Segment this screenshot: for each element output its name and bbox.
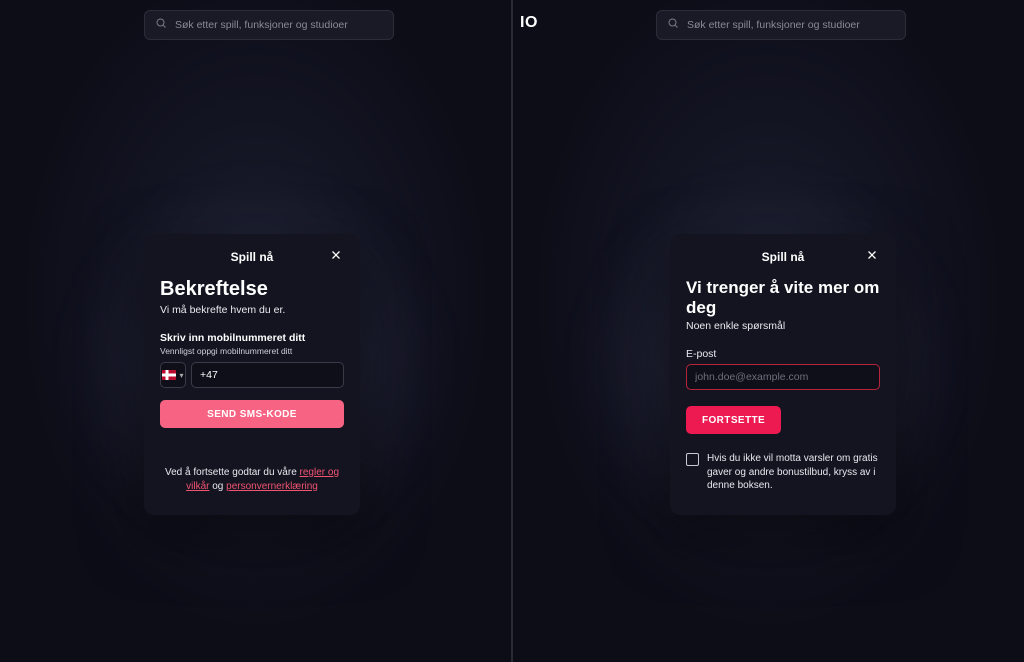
disclaimer-prefix: Ved å fortsette godtar du våre [165,467,300,478]
country-code-selector[interactable]: ▾ [160,362,186,388]
close-icon [866,249,878,264]
verification-heading: Bekreftelse [160,278,344,301]
modal-header: Spill nå [160,250,344,264]
email-input[interactable] [686,364,880,390]
email-label: E-post [686,348,880,360]
modal-header: Spill nå [686,250,880,264]
right-pane: IO Spill nå Vi trenger å vite mer om deg… [512,0,1024,662]
search-input-left[interactable] [175,19,383,31]
details-subtext: Noen enkle spørsmål [686,320,880,332]
disclaimer-mid: og [209,481,226,492]
verification-modal: Spill nå Bekreftelse Vi må bekrefte hvem… [144,234,360,515]
search-icon [155,16,167,34]
left-pane: Spill nå Bekreftelse Vi må bekrefte hvem… [0,0,512,662]
pane-divider [511,0,513,662]
details-modal: Spill nå Vi trenger å vite mer om deg No… [670,234,896,515]
logo-fragment: IO [520,14,538,32]
flag-icon [162,370,176,380]
phone-row: ▾ [160,362,344,388]
search-icon [667,16,679,34]
modal-title: Spill nå [762,250,805,264]
close-button[interactable] [328,248,344,264]
phone-input[interactable] [191,362,344,388]
close-icon [330,249,342,264]
verification-subtext: Vi må bekrefte hvem du er. [160,304,344,316]
close-button[interactable] [864,248,880,264]
search-input-right[interactable] [687,19,895,31]
phone-hint: Vennligst oppgi mobilnummeret ditt [160,346,344,356]
terms-disclaimer: Ved å fortsette godtar du våre regler og… [160,466,344,493]
optout-row: Hvis du ikke vil motta varsler om gratis… [686,452,880,493]
send-sms-button[interactable]: Send SMS-kode [160,400,344,428]
search-bar-left[interactable] [144,10,394,40]
phone-label: Skriv inn mobilnummeret ditt [160,332,344,344]
chevron-down-icon: ▾ [179,371,183,380]
optout-checkbox[interactable] [686,453,699,466]
optout-text: Hvis du ikke vil motta varsler om gratis… [707,452,880,493]
continue-button[interactable]: Fortsette [686,406,781,434]
modal-title: Spill nå [231,250,274,264]
search-bar-right[interactable] [656,10,906,40]
privacy-link[interactable]: personvernerklæring [226,481,318,492]
details-heading: Vi trenger å vite mer om deg [686,278,880,317]
